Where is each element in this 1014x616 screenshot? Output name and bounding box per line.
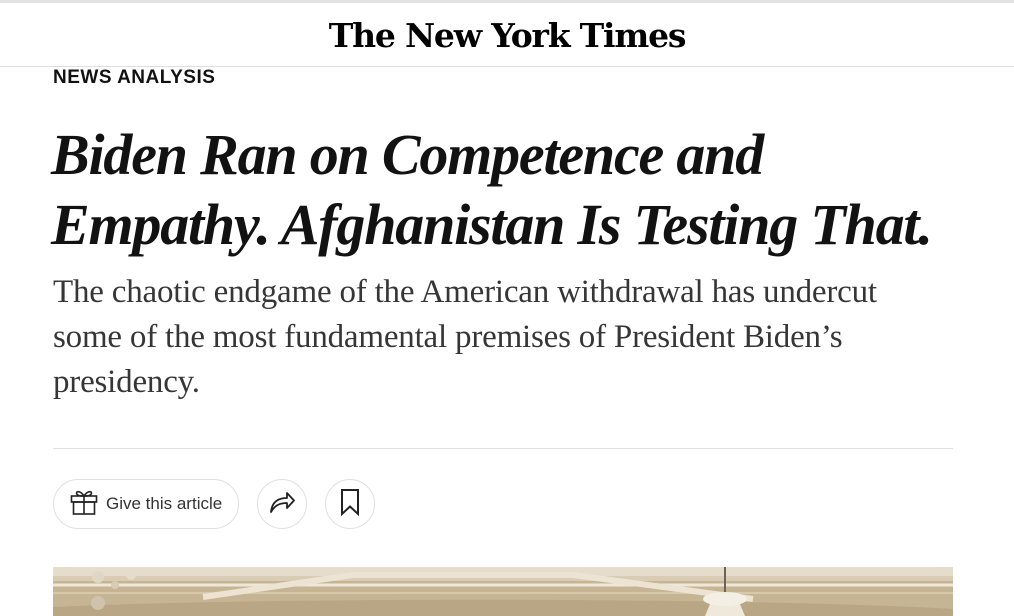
gift-icon xyxy=(69,487,99,522)
give-article-label: Give this article xyxy=(106,494,223,513)
share-button[interactable] xyxy=(257,479,307,529)
article-headline: Biden Ran on Competence and Empathy. Afg… xyxy=(51,122,933,257)
article-photo[interactable] xyxy=(53,567,953,616)
give-article-button[interactable]: Give this article xyxy=(53,479,239,529)
share-icon xyxy=(267,487,297,522)
article-kicker[interactable]: NEWS ANALYSIS xyxy=(53,66,215,90)
article-summary: The chaotic endgame of the American with… xyxy=(53,274,877,400)
divider xyxy=(53,448,953,449)
masthead: The New York Times xyxy=(0,3,1014,67)
bookmark-icon xyxy=(338,487,362,522)
nyt-logo[interactable]: The New York Times xyxy=(0,16,1014,56)
save-button[interactable] xyxy=(325,479,375,529)
